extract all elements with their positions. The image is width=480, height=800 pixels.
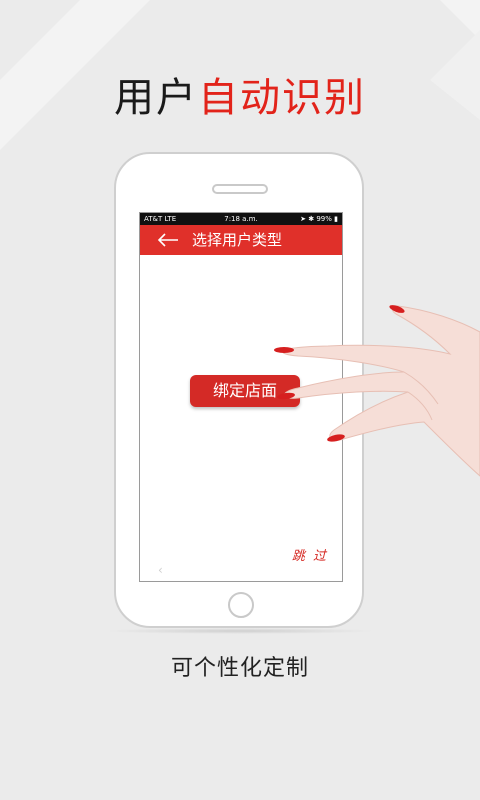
headline-red: 自动识别 [198, 75, 366, 121]
status-indicators: ➤ ✱ 99% ▮ [300, 215, 338, 223]
caption: 可个性化定制 [170, 656, 309, 681]
hand-illustration [274, 305, 480, 477]
status-bar: AT&T LTE 7:18 a.m. ➤ ✱ 99% ▮ [140, 213, 342, 225]
headline-dark: 用户 [114, 75, 198, 121]
home-button [228, 592, 254, 618]
back-arrow-icon[interactable] [156, 232, 180, 248]
headline: 用户自动识别 [0, 72, 480, 124]
phone-shadow [104, 628, 376, 634]
title-bar: 选择用户类型 [140, 225, 342, 255]
chevron-left-icon: ‹ [158, 563, 163, 577]
skip-button[interactable]: 跳 过 [292, 545, 328, 564]
page-title: 选择用户类型 [192, 231, 283, 249]
phone-speaker [212, 184, 268, 194]
